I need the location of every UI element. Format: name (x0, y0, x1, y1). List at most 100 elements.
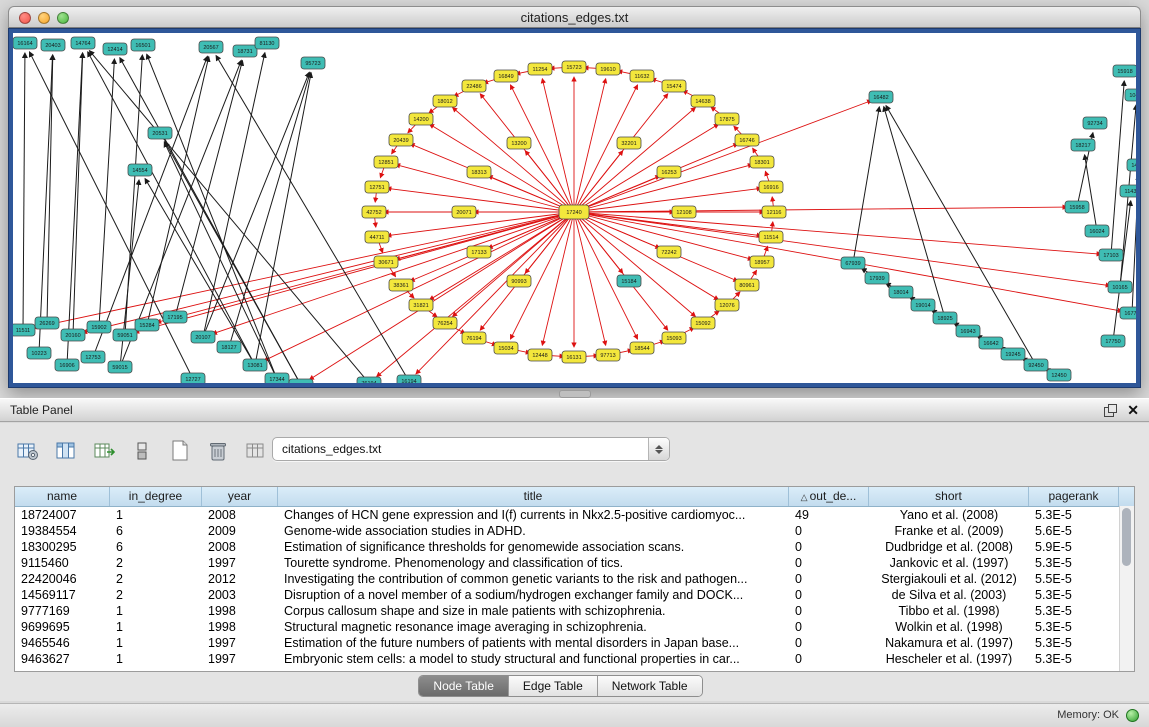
graph-node[interactable]: 18127 (217, 341, 241, 353)
graph-node[interactable]: 18012 (433, 95, 457, 107)
graph-node[interactable]: 81130 (255, 37, 279, 49)
graph-node[interactable]: 67939 (841, 257, 865, 269)
graph-node[interactable]: 30671 (374, 256, 398, 268)
graph-node[interactable]: 76194 (357, 377, 381, 383)
graph-node[interactable]: 14764 (71, 37, 95, 49)
graph-node[interactable]: 18014 (889, 286, 913, 298)
graph-node[interactable]: 59051 (113, 329, 137, 341)
graph-node[interactable]: 14935 (1127, 159, 1136, 171)
graph-node[interactable]: 59015 (108, 361, 132, 373)
select-columns-icon[interactable] (52, 437, 80, 465)
graph-node[interactable]: 20107 (191, 331, 215, 343)
graph-node[interactable]: 19014 (911, 299, 935, 311)
network-canvas[interactable]: 1724015723112541684922486180121420020439… (13, 33, 1136, 383)
tab-node-table[interactable]: Node Table (419, 676, 509, 696)
table-row[interactable]: 977716911998Corpus callosum shape and si… (15, 603, 1134, 619)
column-header-title[interactable]: title (278, 487, 789, 506)
graph-node[interactable]: 17750 (1101, 335, 1125, 347)
close-panel-icon[interactable]: ✕ (1127, 403, 1139, 417)
graph-node[interactable]: 14554 (128, 164, 152, 176)
scrollbar-thumb[interactable] (1122, 508, 1131, 566)
graph-node[interactable]: 20160 (61, 329, 85, 341)
graph-node[interactable]: 20071 (452, 206, 476, 218)
tab-network-table[interactable]: Network Table (598, 676, 702, 696)
column-header-year[interactable]: year (202, 487, 278, 506)
graph-node[interactable]: 15474 (662, 80, 686, 92)
column-header-pagerank[interactable]: pagerank (1029, 487, 1119, 506)
graph-node[interactable]: 17195 (163, 311, 187, 323)
graph-node[interactable]: 12116 (762, 206, 786, 218)
panel-splitter-handle[interactable] (559, 390, 591, 398)
graph-node[interactable]: 16164 (13, 37, 37, 49)
graph-node[interactable]: 11254 (528, 63, 552, 75)
graph-node[interactable]: 18925 (933, 312, 957, 324)
graph-node[interactable]: 18313 (467, 166, 491, 178)
graph-node[interactable]: 17875 (715, 113, 739, 125)
graph-node[interactable]: 72242 (657, 246, 681, 258)
graph-node[interactable]: 31821 (409, 299, 433, 311)
import-table-icon[interactable] (90, 437, 118, 465)
new-table-icon[interactable] (166, 437, 194, 465)
graph-node[interactable]: 12450 (1047, 369, 1071, 381)
graph-node[interactable]: 10223 (27, 347, 51, 359)
graph-node[interactable]: 16194 (397, 375, 421, 383)
graph-node[interactable]: 76194 (462, 332, 486, 344)
graph-node[interactable]: 16131 (562, 351, 586, 363)
graph-node[interactable]: 17133 (467, 246, 491, 258)
graph-node[interactable]: 92734 (1083, 117, 1107, 129)
graph-node[interactable]: 15958 (1065, 201, 1089, 213)
graph-node[interactable]: 13081 (243, 359, 267, 371)
vertical-scrollbar[interactable] (1119, 506, 1134, 671)
graph-node[interactable]: 16849 (494, 70, 518, 82)
graph-node[interactable]: 15918 (1113, 65, 1136, 77)
graph-node[interactable]: 15093 (662, 332, 686, 344)
graph-node[interactable]: 14200 (409, 113, 433, 125)
graph-node[interactable]: 11511 (13, 324, 35, 336)
graph-node[interactable]: 11514 (759, 231, 783, 243)
graph-node[interactable]: 20531 (148, 127, 172, 139)
graph-node[interactable]: 16501 (131, 39, 155, 51)
graph-node[interactable]: 18731 (233, 45, 257, 57)
graph-node[interactable]: 15092 (691, 317, 715, 329)
table-selector-dropdown[interactable]: citations_edges.txt (272, 437, 670, 461)
table-row[interactable]: 1938455462009Genome-wide association stu… (15, 523, 1134, 539)
graph-node[interactable]: 92450 (1024, 359, 1048, 371)
column-header-short[interactable]: short (869, 487, 1029, 506)
tab-edge-table[interactable]: Edge Table (509, 676, 598, 696)
table-settings-icon[interactable] (14, 437, 42, 465)
map-table-icon[interactable] (242, 437, 270, 465)
citation-network-graph[interactable]: 1724015723112541684922486180121420020439… (13, 33, 1136, 383)
graph-node[interactable]: 12076 (715, 299, 739, 311)
graph-node[interactable]: 38361 (389, 279, 413, 291)
graph-node[interactable]: 16253 (657, 166, 681, 178)
graph-node[interactable]: 44711 (365, 231, 389, 243)
graph-node[interactable]: 16775 (1120, 307, 1136, 319)
graph-node[interactable]: 20403 (41, 39, 65, 51)
graph-node[interactable]: 16906 (55, 359, 79, 371)
graph-node[interactable]: 17344 (265, 373, 289, 383)
graph-node[interactable]: 12751 (365, 181, 389, 193)
graph-node[interactable]: 20439 (389, 134, 413, 146)
float-panel-icon[interactable] (1104, 404, 1117, 416)
column-header-out-de-[interactable]: △out_de... (789, 487, 869, 506)
table-row[interactable]: 911546021997Tourette syndrome. Phenomeno… (15, 555, 1134, 571)
graph-node[interactable]: 18864 (289, 379, 313, 383)
graph-node[interactable]: 22486 (462, 80, 486, 92)
graph-node[interactable]: 15284 (135, 319, 159, 331)
table-row[interactable]: 969969511998Structural magnetic resonanc… (15, 619, 1134, 635)
graph-node[interactable]: 16642 (979, 337, 1003, 349)
graph-node[interactable]: 10165 (1108, 281, 1132, 293)
row-selection-icon[interactable] (128, 437, 156, 465)
graph-node[interactable]: 14638 (691, 95, 715, 107)
graph-node[interactable]: 18957 (750, 256, 774, 268)
graph-node[interactable]: 20567 (199, 41, 223, 53)
graph-node[interactable]: 15723 (562, 61, 586, 73)
graph-node[interactable]: 19610 (596, 63, 620, 75)
graph-node[interactable]: 42752 (362, 206, 386, 218)
graph-node[interactable]: 15902 (87, 321, 111, 333)
graph-node[interactable]: 18544 (630, 342, 654, 354)
graph-node[interactable]: 17939 (865, 272, 889, 284)
graph-node[interactable]: 15034 (494, 342, 518, 354)
graph-node[interactable]: 15184 (617, 275, 641, 287)
graph-node[interactable]: 12448 (528, 349, 552, 361)
